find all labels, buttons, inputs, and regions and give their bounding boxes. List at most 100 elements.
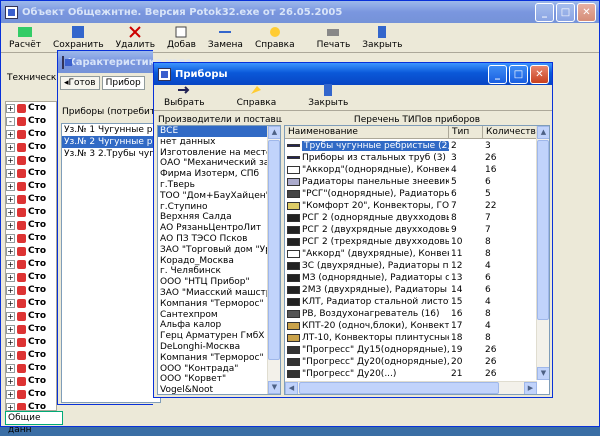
tree-node[interactable]: + Сто (6, 154, 56, 167)
tree-node[interactable]: + Сто (6, 258, 56, 271)
minimize-button[interactable]: _ (535, 2, 554, 22)
manufacturer-item[interactable]: Сантехпром (158, 310, 268, 321)
expand-icon[interactable]: + (6, 221, 15, 230)
device-type-row[interactable]: 2МЗ (двухрядные), Радиаторы ста...14 6 (285, 284, 537, 296)
manufacturer-item[interactable]: ООО "НТЦ Прибор" (158, 277, 268, 288)
calc-button[interactable]: Расчёт (3, 23, 47, 52)
expand-icon[interactable]: + (6, 364, 15, 373)
types-scrollbar[interactable]: ▲ ▼ (536, 126, 549, 380)
expand-icon[interactable]: + (6, 104, 15, 113)
expand-icon[interactable]: + (6, 247, 15, 256)
close-button[interactable]: ✕ (577, 2, 596, 22)
expand-icon[interactable]: + (6, 338, 15, 347)
maximize-button[interactable]: □ (556, 2, 575, 22)
device-type-row[interactable]: "РСГ"(однорядные), Радиаторы (6)6 5 (285, 188, 537, 200)
tree-node[interactable]: - Сто (6, 115, 56, 128)
device-type-row[interactable]: ЛТ-10, Конвекторы плинтусные ч...18 8 (285, 332, 537, 344)
scroll-thumb[interactable] (537, 140, 549, 320)
manufacturer-item[interactable]: ЗАО "Миасский машстр. за (158, 288, 268, 299)
expand-icon[interactable]: + (6, 273, 15, 282)
tree-node[interactable]: + Сто (6, 232, 56, 245)
scroll-up-arrow[interactable]: ▲ (268, 126, 280, 139)
tree-node[interactable]: + Сто (6, 102, 56, 115)
close-button[interactable]: ✕ (530, 64, 549, 84)
tree-node[interactable]: + Сто (6, 323, 56, 336)
add-button[interactable]: Добав (161, 23, 202, 52)
manufacturer-item[interactable]: Vogel&Noot (158, 385, 268, 394)
manufacturer-item[interactable]: АО ПЗ ТЭСО Псков (158, 234, 268, 245)
manufacturer-item[interactable]: ТОО "Дом+БауХайцен" (158, 191, 268, 202)
scroll-right-arrow[interactable]: ▶ (524, 382, 537, 394)
tree-node[interactable]: + Сто (6, 349, 56, 362)
device-row[interactable]: Уз.№ 3 2.Трубы чугунные (62, 148, 160, 160)
device-type-row[interactable]: "Прогресс" Ду20(однорядные), Ко...20 26 (285, 356, 537, 368)
scroll-thumb[interactable] (268, 140, 280, 360)
delete-button[interactable]: Удалить (110, 23, 161, 52)
manufacturer-item[interactable]: Компания "Терморос" (Jaga (158, 353, 268, 364)
expand-icon[interactable]: + (6, 182, 15, 191)
manufacturer-item[interactable]: Компания "Терморос" (Jaga (158, 299, 268, 310)
tree-node[interactable]: + Сто (6, 193, 56, 206)
expand-icon[interactable]: + (6, 286, 15, 295)
scroll-down-arrow[interactable]: ▼ (268, 381, 280, 394)
expand-icon[interactable]: + (6, 351, 15, 360)
expand-icon[interactable]: + (6, 130, 15, 139)
manufacturer-item[interactable]: г.Ступино (158, 202, 268, 213)
tab-devices[interactable]: Прибор (101, 76, 145, 90)
device-row[interactable]: Уз.№ 1 Чугунные радиа (62, 124, 160, 136)
manufacturer-item[interactable]: г.Тверь (158, 180, 268, 191)
select-button[interactable]: Выбрать (158, 81, 211, 110)
collapse-icon[interactable]: - (6, 117, 15, 126)
expand-icon[interactable]: + (6, 195, 15, 204)
manufacturer-item[interactable]: ООО "Корвет" (158, 374, 268, 385)
help-button[interactable]: Справка (231, 81, 283, 110)
help-button[interactable]: Справка (249, 23, 301, 52)
manufacturer-item[interactable]: Изготовление на месте. (158, 148, 268, 159)
scroll-up-arrow[interactable]: ▲ (537, 126, 549, 139)
device-type-row[interactable]: РСГ 2 (однорядные двухходовые), 8 7 (285, 212, 537, 224)
save-button[interactable]: Сохранить (47, 23, 110, 52)
maximize-button[interactable]: □ (509, 64, 528, 84)
scroll-left-arrow[interactable]: ◀ (285, 382, 298, 394)
expand-icon[interactable]: + (6, 260, 15, 269)
types-hscrollbar[interactable]: ◀ ▶ (285, 381, 537, 394)
expand-icon[interactable]: + (6, 312, 15, 321)
expand-icon[interactable]: + (6, 208, 15, 217)
device-type-row[interactable]: РСГ 2 (трехрядные двухходовые), 10 8 (285, 236, 537, 248)
expand-icon[interactable]: + (6, 390, 15, 399)
expand-icon[interactable]: + (6, 169, 15, 178)
manufacturer-item[interactable]: АО РязаньЦентроЛит (158, 223, 268, 234)
device-type-row[interactable]: КЛТ, Радиатор стальной листотр...15 4 (285, 296, 537, 308)
manufacturer-item[interactable]: Герц Арматурен ГмбХ (Voge (158, 331, 268, 342)
expand-icon[interactable]: + (6, 156, 15, 165)
tree-node[interactable]: + Сто (6, 375, 56, 388)
device-type-row[interactable]: "Комфорт 20", Конвекторы, ГОСТ ...7 22 (285, 200, 537, 212)
tree-node[interactable]: + Сто (6, 128, 56, 141)
manufacturer-item[interactable]: Корадо_Москва (158, 256, 268, 267)
tree-node[interactable]: + Сто (6, 284, 56, 297)
tab-ready[interactable]: ◂Готов (60, 76, 100, 90)
device-type-row[interactable]: Радиаторы панельные знеевико... 5 6 (285, 176, 537, 188)
column-header-name[interactable]: Наименование (285, 126, 449, 139)
device-type-row[interactable]: РСГ 2 (двухрядные двухходовые), 9 7 (285, 224, 537, 236)
minimize-button[interactable]: _ (488, 64, 507, 84)
expand-icon[interactable]: + (6, 299, 15, 308)
tree-node[interactable]: + Сто (6, 167, 56, 180)
expand-icon[interactable]: + (6, 234, 15, 243)
replace-button[interactable]: Замена (202, 23, 249, 52)
tree-node[interactable]: + Сто (6, 219, 56, 232)
tree-node[interactable]: + Сто (6, 180, 56, 193)
manufacturers-scrollbar[interactable]: ▲ ▼ (267, 126, 280, 394)
manufacturer-item[interactable]: Фирма Изотерм, СПб (158, 169, 268, 180)
column-header-type[interactable]: Тип (449, 126, 483, 139)
device-type-row[interactable]: "Аккорд"(однорядные), Конвекто 4 16 (285, 164, 537, 176)
close-main-button[interactable]: Закрыть (356, 23, 408, 52)
manufacturer-item[interactable]: ЗАО "Торговый дом "УралМ (158, 245, 268, 256)
scroll-thumb[interactable] (299, 382, 499, 394)
print-button[interactable]: Печать (311, 23, 357, 52)
expand-icon[interactable]: + (6, 143, 15, 152)
tree-node[interactable]: + Сто (6, 141, 56, 154)
close-pribory-button[interactable]: Закрыть (302, 81, 354, 110)
manufacturer-item[interactable]: DeLonghi-Москва (158, 342, 268, 353)
manufacturer-item[interactable]: нет данных (158, 137, 268, 148)
